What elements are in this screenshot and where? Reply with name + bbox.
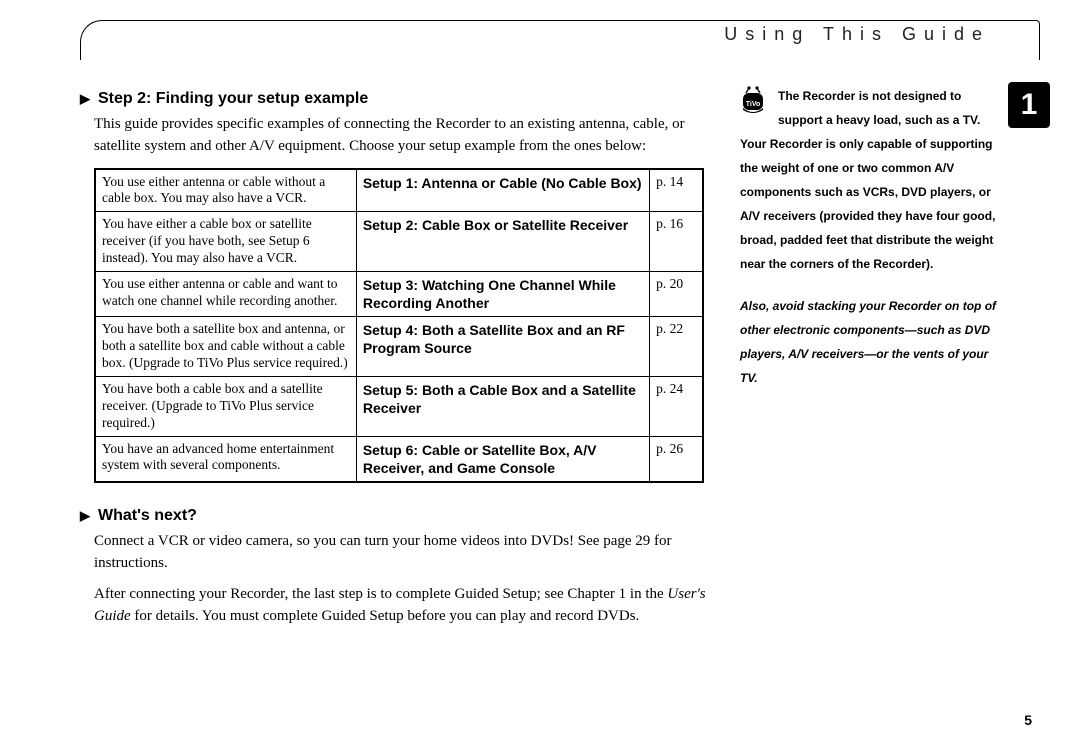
setup-label: Setup 5: Both a Cable Box and a Satellit…	[356, 376, 649, 436]
setup-desc: You use either antenna or cable without …	[95, 169, 356, 212]
setup-label: Setup 6: Cable or Satellite Box, A/V Rec…	[356, 436, 649, 482]
setup-desc: You have both a cable box and a satellit…	[95, 376, 356, 436]
setup-desc: You have either a cable box or satellite…	[95, 212, 356, 272]
sidebar-line: support a heavy load, such as a TV.	[778, 108, 980, 132]
table-row: You have either a cable box or satellite…	[95, 212, 703, 272]
main-content: ▶ Step 2: Finding your setup example Thi…	[80, 90, 720, 638]
tivo-logo-icon: TiVo	[740, 84, 768, 124]
section-heading-whats-next: ▶ What's next?	[80, 507, 720, 525]
sidebar-line: The Recorder is not designed to	[778, 84, 980, 108]
svg-text:TiVo: TiVo	[746, 101, 761, 108]
arrow-icon: ▶	[80, 508, 90, 524]
table-row: You use either antenna or cable and want…	[95, 271, 703, 316]
header-title: Using This Guide	[724, 24, 990, 45]
chapter-number-badge: 1	[1008, 82, 1050, 128]
text-span: for details. You must complete Guided Se…	[131, 608, 640, 624]
sidebar-p1-rest: Your Recorder is only capable of support…	[740, 132, 1000, 276]
table-row: You have an advanced home entertainment …	[95, 436, 703, 482]
page-number: 5	[1024, 712, 1032, 728]
text-span: After connecting your Recorder, the last…	[94, 586, 667, 602]
section-heading-text: What's next?	[98, 507, 197, 525]
section1-intro: This guide provides specific examples of…	[94, 114, 720, 158]
table-row: You use either antenna or cable without …	[95, 169, 703, 212]
section-heading-step2: ▶ Step 2: Finding your setup example	[80, 90, 720, 108]
setup-label: Setup 3: Watching One Channel While Reco…	[356, 271, 649, 316]
table-row: You have both a cable box and a satellit…	[95, 376, 703, 436]
setup-label: Setup 1: Antenna or Cable (No Cable Box)	[356, 169, 649, 212]
section-heading-text: Step 2: Finding your setup example	[98, 90, 368, 108]
setup-page: p. 26	[650, 436, 703, 482]
setup-page: p. 24	[650, 376, 703, 436]
arrow-icon: ▶	[80, 91, 90, 107]
whats-next-p1: Connect a VCR or video camera, so you ca…	[94, 531, 720, 575]
setup-examples-table: You use either antenna or cable without …	[94, 168, 704, 483]
table-row: You have both a satellite box and antenn…	[95, 317, 703, 377]
setup-desc: You have an advanced home entertainment …	[95, 436, 356, 482]
sidebar-note: TiVo The Recorder is not designed to sup…	[740, 84, 1000, 390]
setup-page: p. 14	[650, 169, 703, 212]
whats-next-p2: After connecting your Recorder, the last…	[94, 584, 720, 628]
sidebar-p2: Also, avoid stacking your Recorder on to…	[740, 294, 1000, 390]
setup-page: p. 16	[650, 212, 703, 272]
setup-desc: You have both a satellite box and antenn…	[95, 317, 356, 377]
setup-page: p. 22	[650, 317, 703, 377]
setup-label: Setup 4: Both a Satellite Box and an RF …	[356, 317, 649, 377]
setup-label: Setup 2: Cable Box or Satellite Receiver	[356, 212, 649, 272]
setup-desc: You use either antenna or cable and want…	[95, 271, 356, 316]
setup-page: p. 20	[650, 271, 703, 316]
